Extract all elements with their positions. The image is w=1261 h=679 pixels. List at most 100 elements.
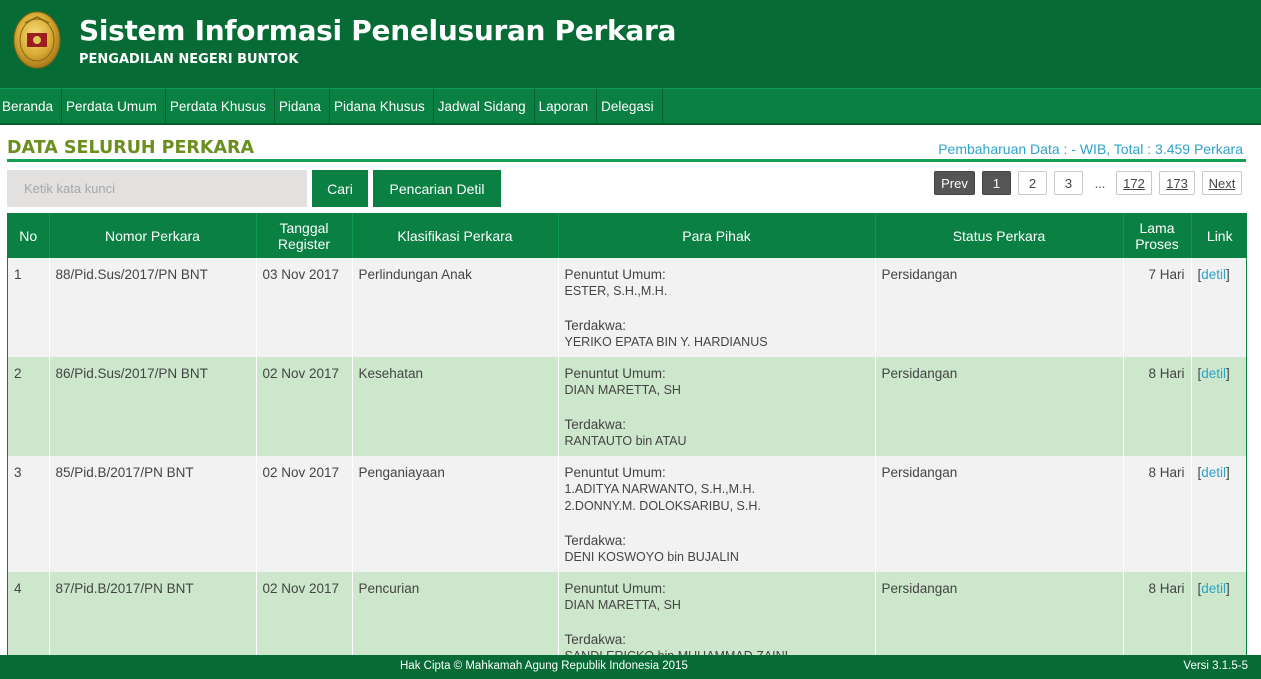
nav-item-delegasi[interactable]: Delegasi [597, 89, 663, 123]
cell-tanggal-register: 02 Nov 2017 [256, 357, 353, 456]
cell-para-pihak: Penuntut Umum: DIAN MARETTA, SH Terdakwa: R… [558, 357, 876, 456]
update-info: Pembaharuan Data : - WIB, Total : 3.459 … [938, 141, 1243, 157]
cell-klasifikasi: Pencurian [352, 572, 559, 655]
detail-link[interactable]: detil [1201, 267, 1226, 282]
cell-no: 4 [8, 572, 50, 655]
cell-lama-proses: 8 Hari [1123, 572, 1192, 655]
cell-link: [detil] [1191, 357, 1246, 456]
prosecutor-label: Penuntut Umum: [564, 366, 666, 381]
page-title: DATA SELURUH PERKARA [7, 138, 255, 158]
case-table-container: No Nomor Perkara Tanggal Register Klasif… [7, 213, 1247, 655]
column-header-para-pihak: Para Pihak [558, 213, 876, 258]
prosecutor-name: 2.DONNY.M. DOLOKSARIBU, S.H. [564, 499, 761, 513]
page-172-button[interactable]: 172 [1116, 171, 1152, 195]
defendant-name: DENI KOSWOYO bin BUJALIN [564, 550, 739, 564]
cell-tanggal-register: 03 Nov 2017 [256, 258, 353, 357]
cell-no: 1 [8, 258, 50, 357]
defendant-name: YERIKO EPATA BIN Y. HARDIANUS [564, 335, 768, 349]
app-title: Sistem Informasi Penelusuran Perkara [79, 14, 677, 47]
prosecutor-name: DIAN MARETTA, SH [564, 598, 681, 612]
cell-para-pihak: Penuntut Umum: DIAN MARETTA, SH Terdakwa:S… [558, 572, 876, 655]
prev-page-button[interactable]: Prev [934, 171, 975, 195]
nav-item-jadwal-sidang[interactable]: Jadwal Sidang [434, 89, 535, 123]
cell-status: Persidangan [875, 572, 1124, 655]
search-input[interactable] [7, 170, 307, 207]
app-header: Sistem Informasi Penelusuran Perkara PEN… [0, 0, 1261, 88]
page-current[interactable]: 1 [982, 171, 1011, 195]
prosecutor-name: ESTER, S.H.,M.H. [564, 284, 668, 298]
column-header-lama-proses: Lama Proses [1123, 213, 1192, 258]
table-header-row: No Nomor Perkara Tanggal Register Klasif… [8, 213, 1246, 258]
copyright-text: Hak Cipta © Mahkamah Agung Republik Indo… [400, 660, 688, 672]
cell-klasifikasi: Perlindungan Anak [352, 258, 559, 357]
detail-link[interactable]: detil [1201, 465, 1226, 480]
column-header-no: No [8, 213, 50, 258]
cell-para-pihak: Penuntut Umum: 1.ADITYA NARWANTO, S.H.,M.… [558, 456, 876, 572]
defendant-label: Terdakwa: [564, 417, 627, 432]
column-header-klasifikasi: Klasifikasi Perkara [352, 213, 559, 258]
cell-status: Persidangan [875, 357, 1124, 456]
nav-item-pidana-khusus[interactable]: Pidana Khusus [330, 89, 434, 123]
prosecutor-name: 1.ADITYA NARWANTO, S.H.,M.H. [564, 482, 756, 496]
search-button[interactable]: Cari [312, 170, 368, 207]
party-spacer [565, 300, 869, 317]
nav-item-perdata-khusus[interactable]: Perdata Khusus [166, 89, 275, 123]
title-divider [7, 159, 1246, 162]
cell-link: [detil] [1191, 456, 1246, 572]
next-page-button[interactable]: Next [1202, 171, 1242, 195]
page-2-button[interactable]: 2 [1018, 171, 1047, 195]
cell-link: [detil] [1191, 572, 1246, 655]
column-header-tanggal-register: Tanggal Register [256, 213, 353, 258]
nav-item-perdata-umum[interactable]: Perdata Umum [62, 89, 166, 123]
cell-no: 2 [8, 357, 50, 456]
advanced-search-button[interactable]: Pencarian Detil [373, 170, 501, 207]
pagination-ellipsis: ... [1094, 175, 1106, 191]
detail-link[interactable]: detil [1201, 366, 1226, 381]
cell-nomor-perkara: 86/Pid.Sus/2017/PN BNT [49, 357, 257, 456]
table-row: 4 87/Pid.B/2017/PN BNT 02 Nov 2017 Pencuria… [8, 572, 1246, 655]
detail-link[interactable]: detil [1201, 581, 1226, 596]
party-spacer [565, 614, 869, 631]
nav-item-pidana[interactable]: Pidana [275, 89, 330, 123]
footer: Hak Cipta © Mahkamah Agung Republik Indo… [0, 655, 1261, 679]
nav-item-laporan[interactable]: Laporan [535, 89, 598, 123]
cell-link: [detil] [1191, 258, 1246, 357]
defendant-label: Terdakwa: [564, 533, 627, 548]
prosecutor-label: Penuntut Umum: [564, 465, 666, 480]
prosecutor-label: Penuntut Umum: [564, 581, 666, 596]
prosecutor-name: DIAN MARETTA, SH [564, 383, 681, 397]
table-row: 2 86/Pid.Sus/2017/PN BNT 02 Nov 2017 Keseha… [8, 357, 1246, 456]
column-header-link: Link [1191, 213, 1246, 258]
nav-item-beranda[interactable]: Beranda [0, 89, 63, 123]
cell-para-pihak: Penuntut Umum: ESTER, S.H.,M.H. Terdakwa: Y… [558, 258, 876, 357]
defendant-name: SANDI ERICKO bin MUHAMMAD ZAINI [565, 648, 869, 655]
cell-tanggal-register: 02 Nov 2017 [256, 456, 353, 572]
defendant-name: RANTAUTO bin ATAU [564, 434, 687, 448]
table-row: 3 85/Pid.B/2017/PN BNT 02 Nov 2017 Pengania… [8, 456, 1246, 572]
party-spacer [565, 399, 869, 416]
court-name: PENGADILAN NEGERI BUNTOK [79, 52, 299, 67]
column-header-status: Status Perkara [875, 213, 1124, 258]
court-emblem-icon [13, 11, 61, 69]
page-173-button[interactable]: 173 [1159, 171, 1195, 195]
party-spacer [565, 515, 869, 532]
cell-no: 3 [8, 456, 50, 572]
defendant-label: Terdakwa: [564, 632, 627, 647]
main-nav: Beranda Perdata Umum Perdata Khusus Pida… [0, 88, 1261, 125]
version-text: Versi 3.1.5-5 [1183, 660, 1248, 672]
cell-status: Persidangan [875, 258, 1124, 357]
column-header-nomor-perkara: Nomor Perkara [49, 213, 257, 258]
defendant-label: Terdakwa: [564, 318, 627, 333]
cell-tanggal-register: 02 Nov 2017 [256, 572, 353, 655]
cell-klasifikasi: Kesehatan [352, 357, 559, 456]
cell-nomor-perkara: 87/Pid.B/2017/PN BNT [49, 572, 257, 655]
cell-lama-proses: 8 Hari [1123, 357, 1192, 456]
cell-nomor-perkara: 88/Pid.Sus/2017/PN BNT [49, 258, 257, 357]
pagination: Prev 1 2 3 ... 172 173 Next [927, 171, 1242, 195]
cell-lama-proses: 7 Hari [1123, 258, 1192, 357]
cell-lama-proses: 8 Hari [1123, 456, 1192, 572]
page-3-button[interactable]: 3 [1054, 171, 1083, 195]
cell-status: Persidangan [875, 456, 1124, 572]
cell-klasifikasi: Penganiayaan [352, 456, 559, 572]
table-row: 1 88/Pid.Sus/2017/PN BNT 03 Nov 2017 Perlin… [8, 258, 1246, 357]
